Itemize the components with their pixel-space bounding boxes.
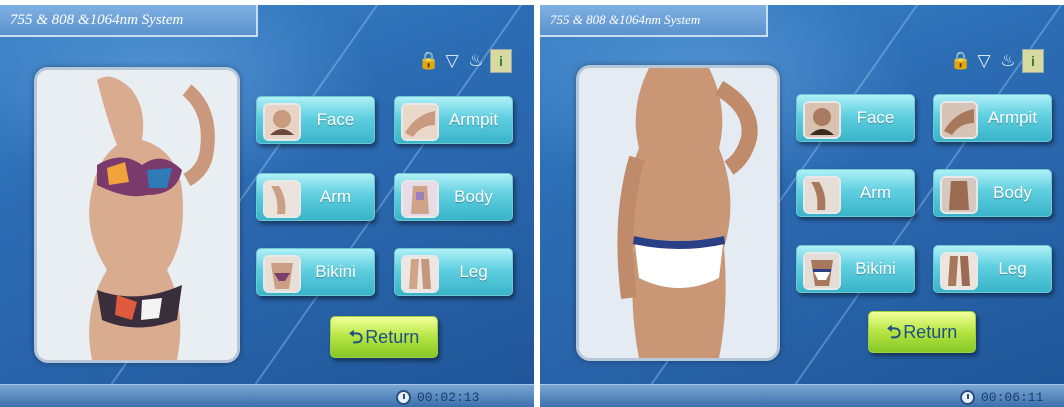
zone-label-face: Face xyxy=(316,110,355,129)
info-icon[interactable]: i xyxy=(490,49,512,73)
leg-thumbnail-icon xyxy=(940,252,978,290)
body-thumbnail-icon xyxy=(940,176,978,214)
zone-label-armpit: Armpit xyxy=(448,110,499,129)
body-photo-male xyxy=(576,65,780,361)
zone-button-arm[interactable]: Arm xyxy=(256,173,375,221)
zone-button-bikini[interactable]: Bikini xyxy=(796,245,915,293)
zone-label-arm: Arm xyxy=(859,183,892,202)
status-icons: 🔒 ▽ ♨ i xyxy=(950,49,1044,73)
timer-value: 00:02:13 xyxy=(417,390,480,405)
clock-icon xyxy=(396,390,411,405)
zone-label-leg: Leg xyxy=(998,259,1027,278)
system-title: 755 & 808 &1064nm System xyxy=(0,5,258,37)
bikini-thumbnail-icon xyxy=(263,255,301,293)
face-thumbnail-icon xyxy=(263,103,301,141)
timer-value: 00:06:11 xyxy=(981,390,1044,405)
zone-button-leg[interactable]: Leg xyxy=(394,248,513,296)
zone-button-face[interactable]: Face xyxy=(796,94,915,142)
zone-label-leg: Leg xyxy=(459,262,488,281)
bikini-thumbnail-icon xyxy=(803,252,841,290)
treatment-screen-male: 755 & 808 &1064nm System 🔒 ▽ ♨ i Face Ar… xyxy=(540,5,1064,407)
lock-icon: 🔒 xyxy=(418,51,440,70)
zone-button-face[interactable]: Face xyxy=(256,96,375,144)
zone-label-bikini: Bikini xyxy=(315,262,356,281)
zone-button-armpit[interactable]: Armpit xyxy=(933,94,1052,142)
cup-icon: ▽ xyxy=(977,51,991,70)
clock-icon xyxy=(960,390,975,405)
face-thumbnail-icon xyxy=(803,101,841,139)
return-arrow-icon: ⮌ xyxy=(348,327,364,347)
leg-thumbnail-icon xyxy=(401,255,439,293)
session-timer: 00:06:11 xyxy=(960,390,1043,405)
zone-button-leg[interactable]: Leg xyxy=(933,245,1052,293)
faucet-icon: ♨ xyxy=(1000,51,1016,70)
zone-button-body[interactable]: Body xyxy=(933,169,1052,217)
male-silhouette-image xyxy=(579,68,777,358)
arm-thumbnail-icon xyxy=(263,180,301,218)
zone-label-armpit: Armpit xyxy=(987,108,1038,127)
arm-thumbnail-icon xyxy=(803,176,841,214)
zone-label-body: Body xyxy=(993,183,1032,202)
zone-label-face: Face xyxy=(856,108,895,127)
session-timer: 00:02:13 xyxy=(396,390,479,405)
treatment-screen-female: 755 & 808 &1064nm System 🔒 ▽ ♨ i Face Ar… xyxy=(0,5,534,407)
zone-button-bikini[interactable]: Bikini xyxy=(256,248,375,296)
faucet-icon: ♨ xyxy=(468,51,484,70)
zone-button-arm[interactable]: Arm xyxy=(796,169,915,217)
return-button[interactable]: ⮌ Return xyxy=(868,311,976,353)
zone-label-bikini: Bikini xyxy=(855,259,896,278)
zone-button-armpit[interactable]: Armpit xyxy=(394,96,513,144)
return-label: Return xyxy=(903,322,958,342)
return-button[interactable]: ⮌ Return xyxy=(330,316,438,358)
zone-label-body: Body xyxy=(454,187,493,206)
info-icon[interactable]: i xyxy=(1022,49,1044,73)
body-thumbnail-icon xyxy=(401,180,439,218)
female-silhouette-image xyxy=(37,70,237,360)
return-label: Return xyxy=(365,327,420,347)
cup-icon: ▽ xyxy=(445,51,459,70)
zone-button-body[interactable]: Body xyxy=(394,173,513,221)
system-title: 755 & 808 &1064nm System xyxy=(540,5,768,37)
zone-label-arm: Arm xyxy=(319,187,352,206)
armpit-thumbnail-icon xyxy=(940,101,978,139)
return-arrow-icon: ⮌ xyxy=(886,322,902,342)
lock-icon: 🔒 xyxy=(950,51,972,70)
status-icons: 🔒 ▽ ♨ i xyxy=(418,49,512,73)
armpit-thumbnail-icon xyxy=(401,103,439,141)
body-photo-female xyxy=(34,67,240,363)
